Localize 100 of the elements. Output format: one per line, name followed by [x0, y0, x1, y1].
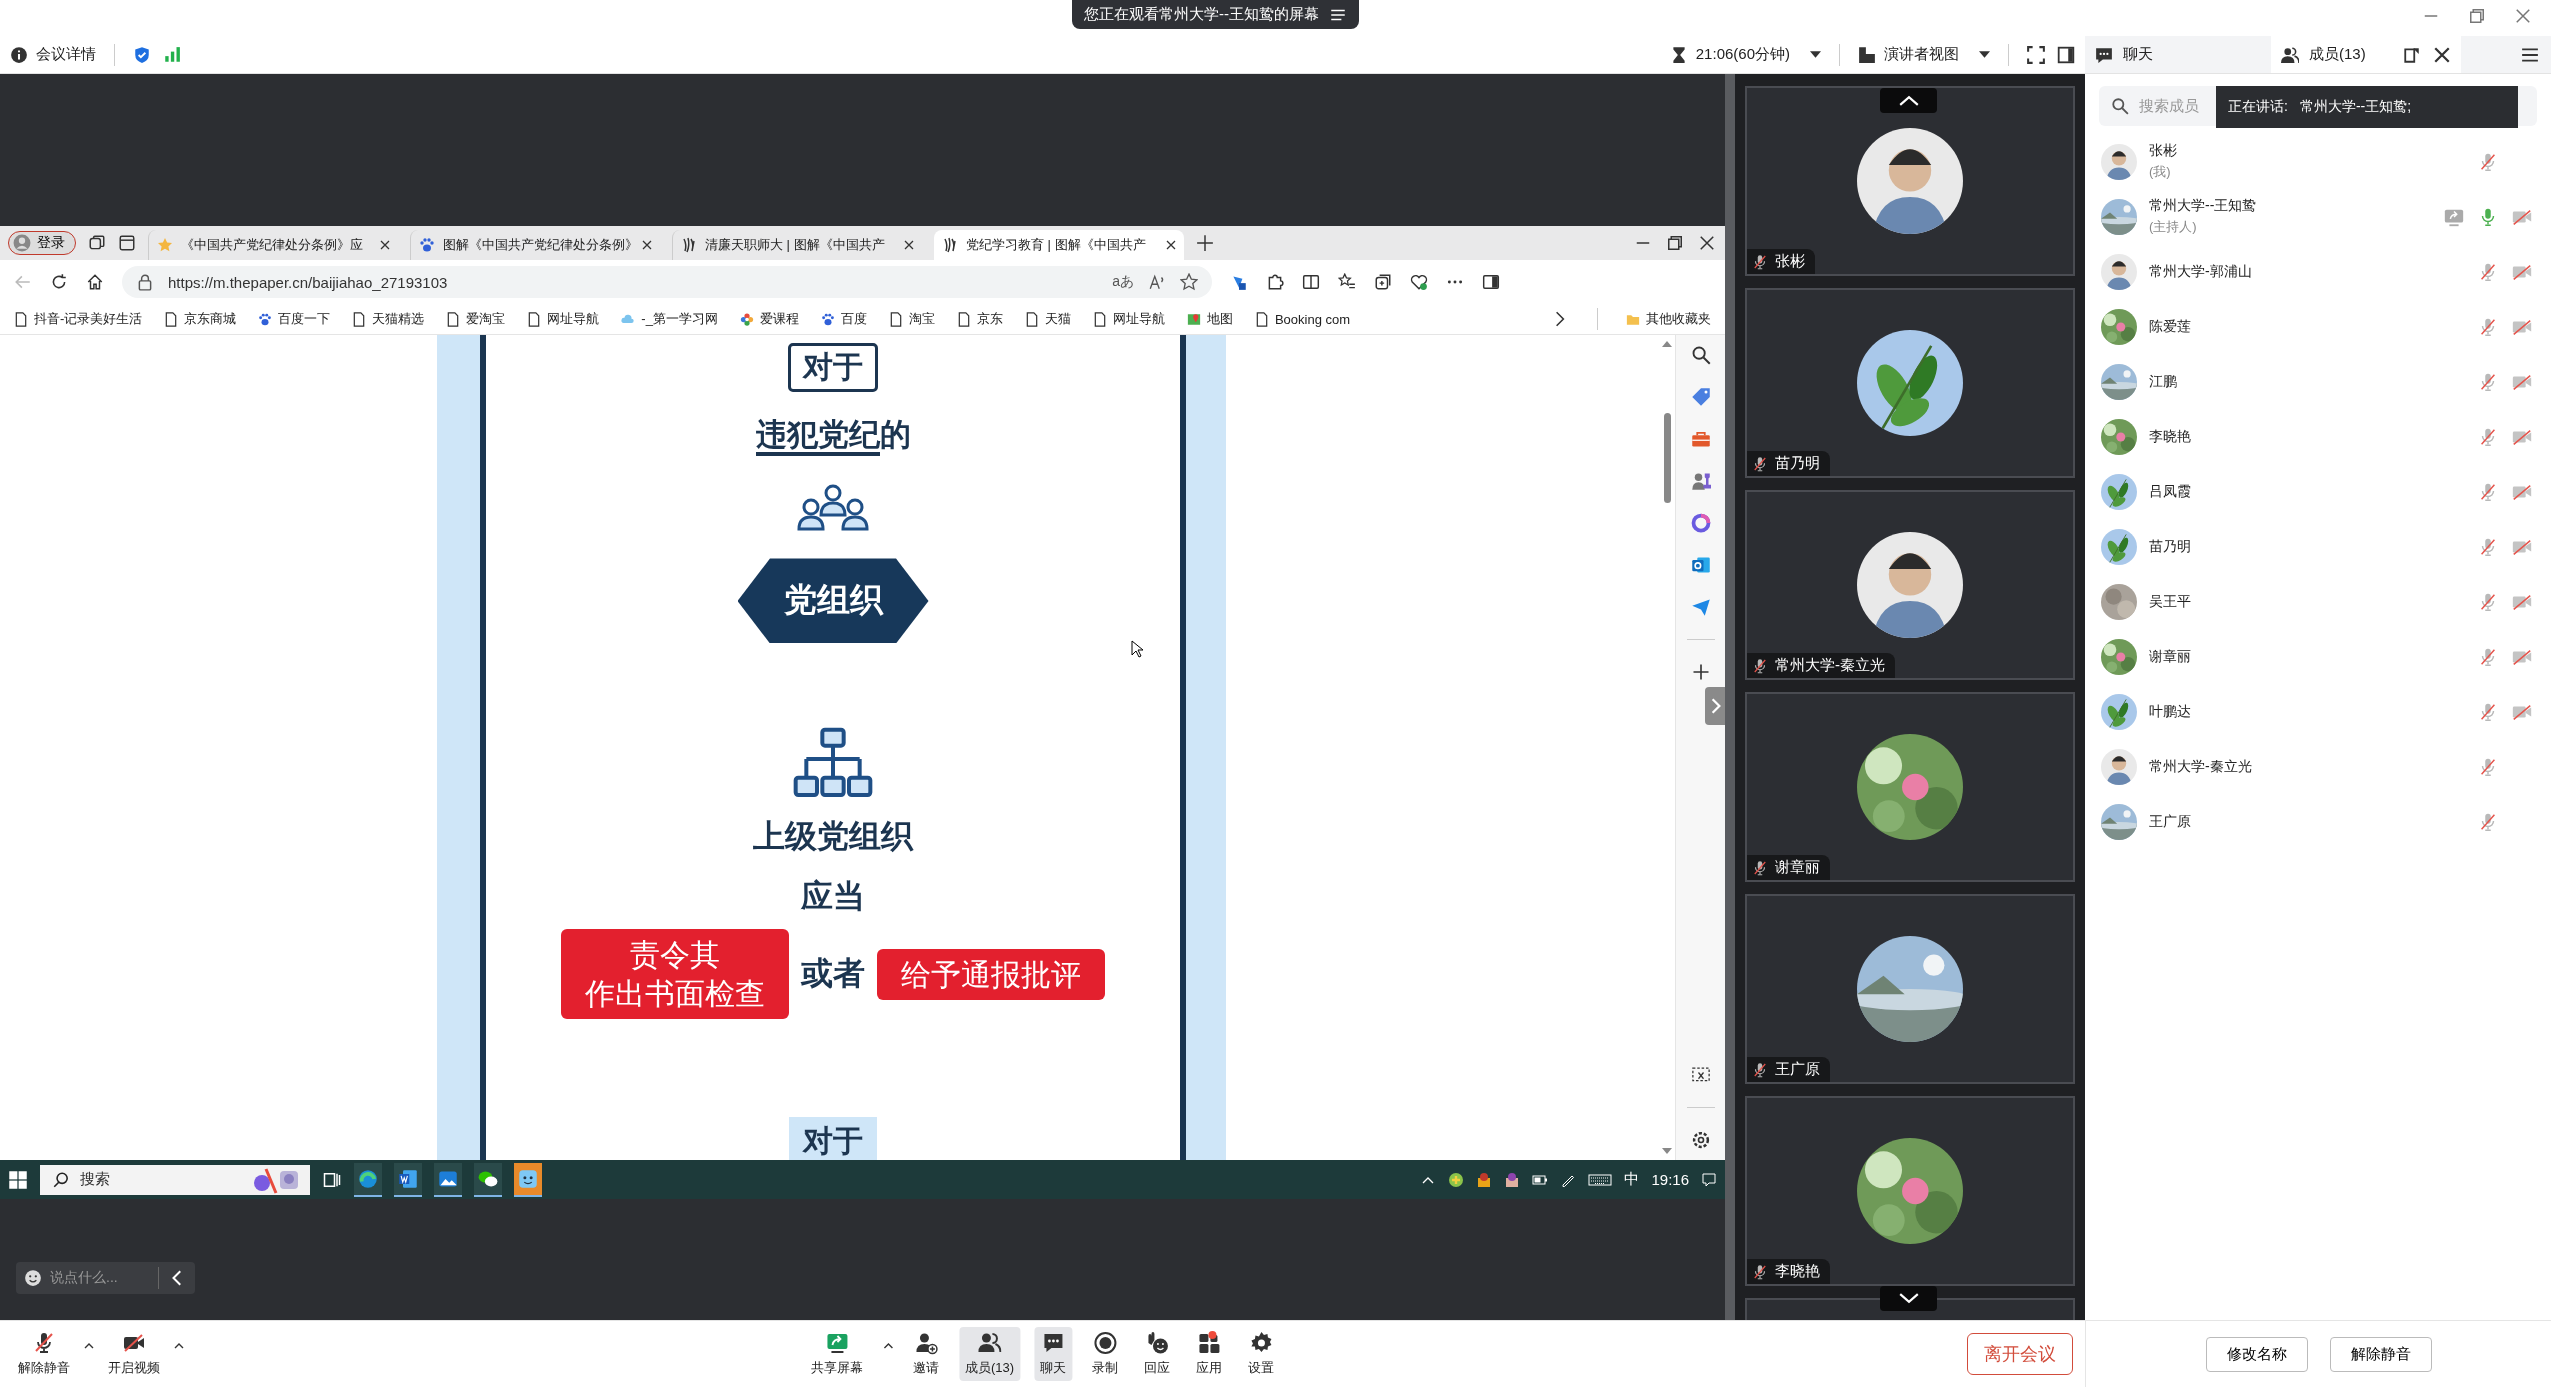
- taskbar-app[interactable]: [394, 1163, 422, 1197]
- scroll-down-icon[interactable]: [1662, 1148, 1672, 1155]
- bookmark-folder[interactable]: 其他收藏夹: [1626, 310, 1711, 329]
- member-row[interactable]: 吴王平: [2085, 574, 2551, 630]
- bookmark[interactable]: 京东商城: [164, 310, 237, 329]
- paper-plane-icon[interactable]: [1690, 597, 1711, 618]
- reactions-button[interactable]: 回应: [1138, 1327, 1177, 1382]
- search-icon[interactable]: [1690, 345, 1711, 366]
- tag-icon[interactable]: [1690, 387, 1711, 408]
- star-outline-icon[interactable]: [1180, 273, 1198, 292]
- member-row[interactable]: 常州大学--王知鸷 (主持人): [2085, 189, 2551, 245]
- clock-time[interactable]: 19:16: [1651, 1171, 1689, 1189]
- collections-icon[interactable]: [1374, 273, 1392, 292]
- bookmark[interactable]: 爱课程: [739, 310, 799, 329]
- record-button[interactable]: 录制: [1086, 1327, 1125, 1382]
- close-icon[interactable]: [380, 240, 390, 251]
- menu-icon[interactable]: [2521, 45, 2539, 64]
- chat-input-field[interactable]: 说点什么...: [16, 1262, 195, 1295]
- leave-meeting-button[interactable]: 离开会议: [1967, 1333, 2073, 1376]
- member-search-field[interactable]: 搜索成员 正在讲话: 常州大学--王知鸷;: [2099, 86, 2537, 127]
- scroll-up-icon[interactable]: [1662, 341, 1672, 348]
- address-bar[interactable]: https://m.thepaper.cn/baijiahao_27193103 aあ: [122, 266, 1212, 299]
- member-row[interactable]: 叶鹏达: [2085, 684, 2551, 740]
- chat-button[interactable]: 聊天: [1034, 1327, 1073, 1382]
- caret-icon[interactable]: [174, 1343, 184, 1350]
- pop-out-icon[interactable]: [2403, 45, 2421, 64]
- bookmark[interactable]: 天猫: [1024, 310, 1071, 329]
- bookmark[interactable]: 百度一下: [258, 310, 331, 329]
- caret-icon[interactable]: [882, 1343, 893, 1350]
- invite-button[interactable]: 邀请: [906, 1327, 945, 1382]
- read-mode-glyph[interactable]: aあ: [1112, 273, 1134, 292]
- member-row[interactable]: 常州大学-郭浦山: [2085, 244, 2551, 300]
- browser-tab[interactable]: 图解《中国共产党纪律处分条例》: [410, 230, 660, 261]
- taskbar-app[interactable]: [474, 1163, 502, 1197]
- task-view-icon[interactable]: [322, 1170, 342, 1190]
- browser-tab[interactable]: 党纪学习教育 | 图解《中国共产: [934, 230, 1184, 261]
- scroll-up-button[interactable]: [1880, 88, 1937, 114]
- mail-app-icon[interactable]: [1690, 555, 1711, 576]
- person-chess-icon[interactable]: [1690, 471, 1711, 492]
- bookmark[interactable]: Booking com: [1254, 312, 1351, 327]
- scroll-down-button[interactable]: [1880, 1286, 1937, 1312]
- share-screen-button[interactable]: 共享屏幕: [804, 1327, 869, 1382]
- timer-dropdown[interactable]: 21:06(60分钟): [1669, 45, 1821, 65]
- windows-logo-icon[interactable]: [8, 1170, 28, 1190]
- profile-button[interactable]: 登录: [8, 231, 76, 256]
- puzzle-icon[interactable]: [1266, 273, 1284, 292]
- toolbox-icon[interactable]: [1690, 429, 1711, 450]
- browser-tab[interactable]: 清廉天职师大 | 图解《中国共产: [672, 230, 922, 261]
- notification-icon[interactable]: [1701, 1172, 1717, 1188]
- bookmark[interactable]: 百度: [820, 310, 867, 329]
- bookmark[interactable]: 网址导航: [1092, 310, 1165, 329]
- read-aloud-icon[interactable]: [1148, 273, 1166, 292]
- member-row[interactable]: 常州大学-秦立光: [2085, 739, 2551, 795]
- bookmark[interactable]: 淘宝: [888, 310, 935, 329]
- member-row[interactable]: 陈爱莲: [2085, 299, 2551, 355]
- member-row[interactable]: 王广原: [2085, 794, 2551, 850]
- panel-action-button[interactable]: 修改名称: [2205, 1336, 2308, 1372]
- bookmark[interactable]: 天猫精选: [352, 310, 425, 329]
- keyboard-icon[interactable]: [1588, 1172, 1613, 1188]
- settings-button[interactable]: 设置: [1242, 1327, 1281, 1382]
- battery-icon[interactable]: [1532, 1172, 1549, 1188]
- extension-icon[interactable]: [1230, 273, 1248, 292]
- meeting-details-button[interactable]: 会议详情: [10, 45, 96, 65]
- bookmark[interactable]: 京东: [956, 310, 1003, 329]
- member-row[interactable]: 江鹏: [2085, 354, 2551, 410]
- new-tab-icon[interactable]: [1196, 234, 1214, 253]
- copilot-swirl-icon[interactable]: [1690, 513, 1711, 534]
- taskbar-app[interactable]: [434, 1163, 462, 1197]
- tab-actions-icon[interactable]: [118, 234, 136, 253]
- shield-icon[interactable]: [133, 45, 151, 64]
- panel-action-button[interactable]: 解除静音: [2329, 1336, 2432, 1372]
- input-method-indicator[interactable]: 中: [1624, 1170, 1640, 1190]
- panel-tab[interactable]: 成员(13): [2271, 35, 2461, 74]
- member-row[interactable]: 吕凤霞: [2085, 464, 2551, 520]
- signal-bars-icon[interactable]: [163, 45, 181, 64]
- restore-icon[interactable]: [2467, 6, 2487, 26]
- browser-tab[interactable]: 《中国共产党纪律处分条例》应: [148, 230, 398, 261]
- close-icon[interactable]: [642, 240, 652, 251]
- bookmark[interactable]: 爱淘宝: [446, 310, 506, 329]
- fullscreen-icon[interactable]: [2027, 45, 2045, 64]
- members-button[interactable]: 成员(13): [958, 1327, 1021, 1382]
- start-video-button[interactable]: 开启视频: [102, 1327, 166, 1382]
- plus-badge-icon[interactable]: [1448, 1172, 1465, 1188]
- member-row[interactable]: 苗乃明: [2085, 519, 2551, 575]
- member-row[interactable]: 谢章丽: [2085, 629, 2551, 685]
- taskbar-app[interactable]: [354, 1163, 382, 1197]
- split-screen-icon[interactable]: [1302, 273, 1320, 292]
- figure-icon[interactable]: [1476, 1172, 1493, 1188]
- close-icon[interactable]: [1166, 240, 1176, 251]
- bookmark[interactable]: -_第一学习网: [621, 310, 718, 329]
- side-panel-icon[interactable]: [2057, 45, 2075, 64]
- home-icon[interactable]: [86, 273, 104, 292]
- close-icon[interactable]: [2433, 45, 2451, 64]
- member-row[interactable]: 李晓艳: [2085, 409, 2551, 465]
- settings-icon[interactable]: [1690, 1130, 1711, 1151]
- sidebar-toggle-icon[interactable]: [1482, 273, 1500, 292]
- caret-icon[interactable]: [84, 1343, 94, 1350]
- bookmark[interactable]: 抖音-记录美好生活: [14, 310, 143, 329]
- layout-dropdown[interactable]: 演讲者视图: [1858, 45, 1990, 65]
- bookmark[interactable]: 网址导航: [527, 310, 600, 329]
